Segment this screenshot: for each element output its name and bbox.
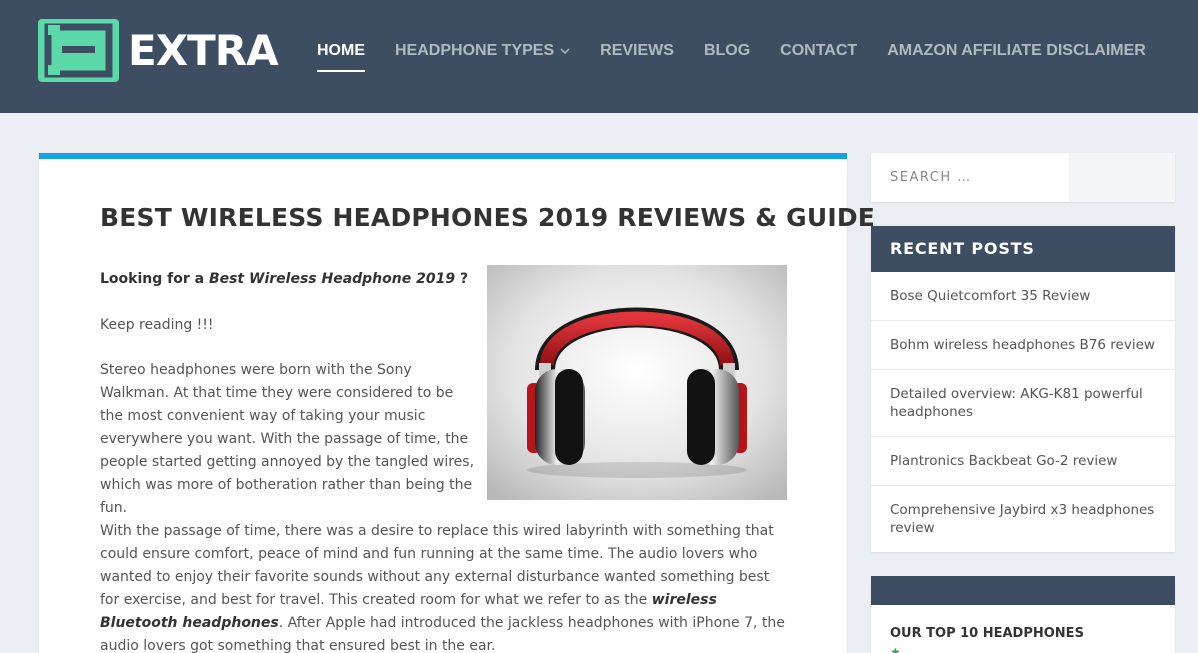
recent-post-link[interactable]: Bose Quietcomfort 35 Review [871,272,1175,321]
nav-amazon-affiliate-disclaimer[interactable]: AMAZON AFFILIATE DISCLAIMER [887,40,1146,62]
top10-title: OUR TOP 10 HEADPHONES [890,626,1084,641]
nav-headphone-types[interactable]: HEADPHONE TYPES [395,40,570,62]
top10-widget: OUR TOP 10 HEADPHONES ★ [871,576,1175,653]
site-header: EXTRA HOME HEADPHONE TYPES REVIEWS BLOG … [0,0,1198,113]
top10-header-bar [871,576,1175,605]
star-icon: ★ [890,645,901,653]
top10-first-item[interactable]: ★ [871,645,1175,653]
article-intro: Looking for a Best Wireless Headphone 20… [100,268,468,291]
intro-emphasis: Best Wireless Headphone 2019 [208,271,456,287]
recent-posts-widget: RECENT POSTS Bose Quietcomfort 35 Review… [871,226,1175,552]
article-card: BEST WIRELESS HEADPHONES 2019 REVIEWS & … [39,153,875,653]
intro-suffix: ? [455,271,469,287]
recent-post-link[interactable]: Bohm wireless headphones B76 review [871,321,1175,370]
site-logo[interactable]: EXTRA [38,19,279,82]
keep-reading-text: Keep reading !!! [100,317,214,333]
article-title: BEST WIRELESS HEADPHONES 2019 REVIEWS & … [100,203,876,232]
chevron-down-icon [560,48,570,54]
nav-contact[interactable]: CONTACT [780,40,857,62]
search-input[interactable] [871,153,1069,202]
nav-headphone-types-label: HEADPHONE TYPES [395,42,555,59]
intro-prefix: Looking for a [100,271,209,287]
extra-e-logo-icon [38,19,119,82]
headphones-image [487,265,787,500]
search-widget [871,153,1175,202]
logo-text: EXTRA [128,26,279,75]
recent-post-link[interactable]: Comprehensive Jaybird x3 headphones revi… [871,486,1175,552]
nav-reviews[interactable]: REVIEWS [600,40,674,62]
nav-blog[interactable]: BLOG [704,40,750,62]
passage-paragraph: With the passage of time, there was a de… [100,520,790,653]
stereo-paragraph: Stereo headphones were born with the Son… [100,362,475,516]
recent-posts-title: RECENT POSTS [871,226,1175,272]
nav-home[interactable]: HOME [317,40,365,72]
recent-post-link[interactable]: Plantronics Backbeat Go-2 review [871,437,1175,486]
main-nav: HOME HEADPHONE TYPES REVIEWS BLOG CONTAC… [317,40,1176,72]
recent-post-link[interactable]: Detailed overview: AKG-K81 powerful head… [871,370,1175,437]
